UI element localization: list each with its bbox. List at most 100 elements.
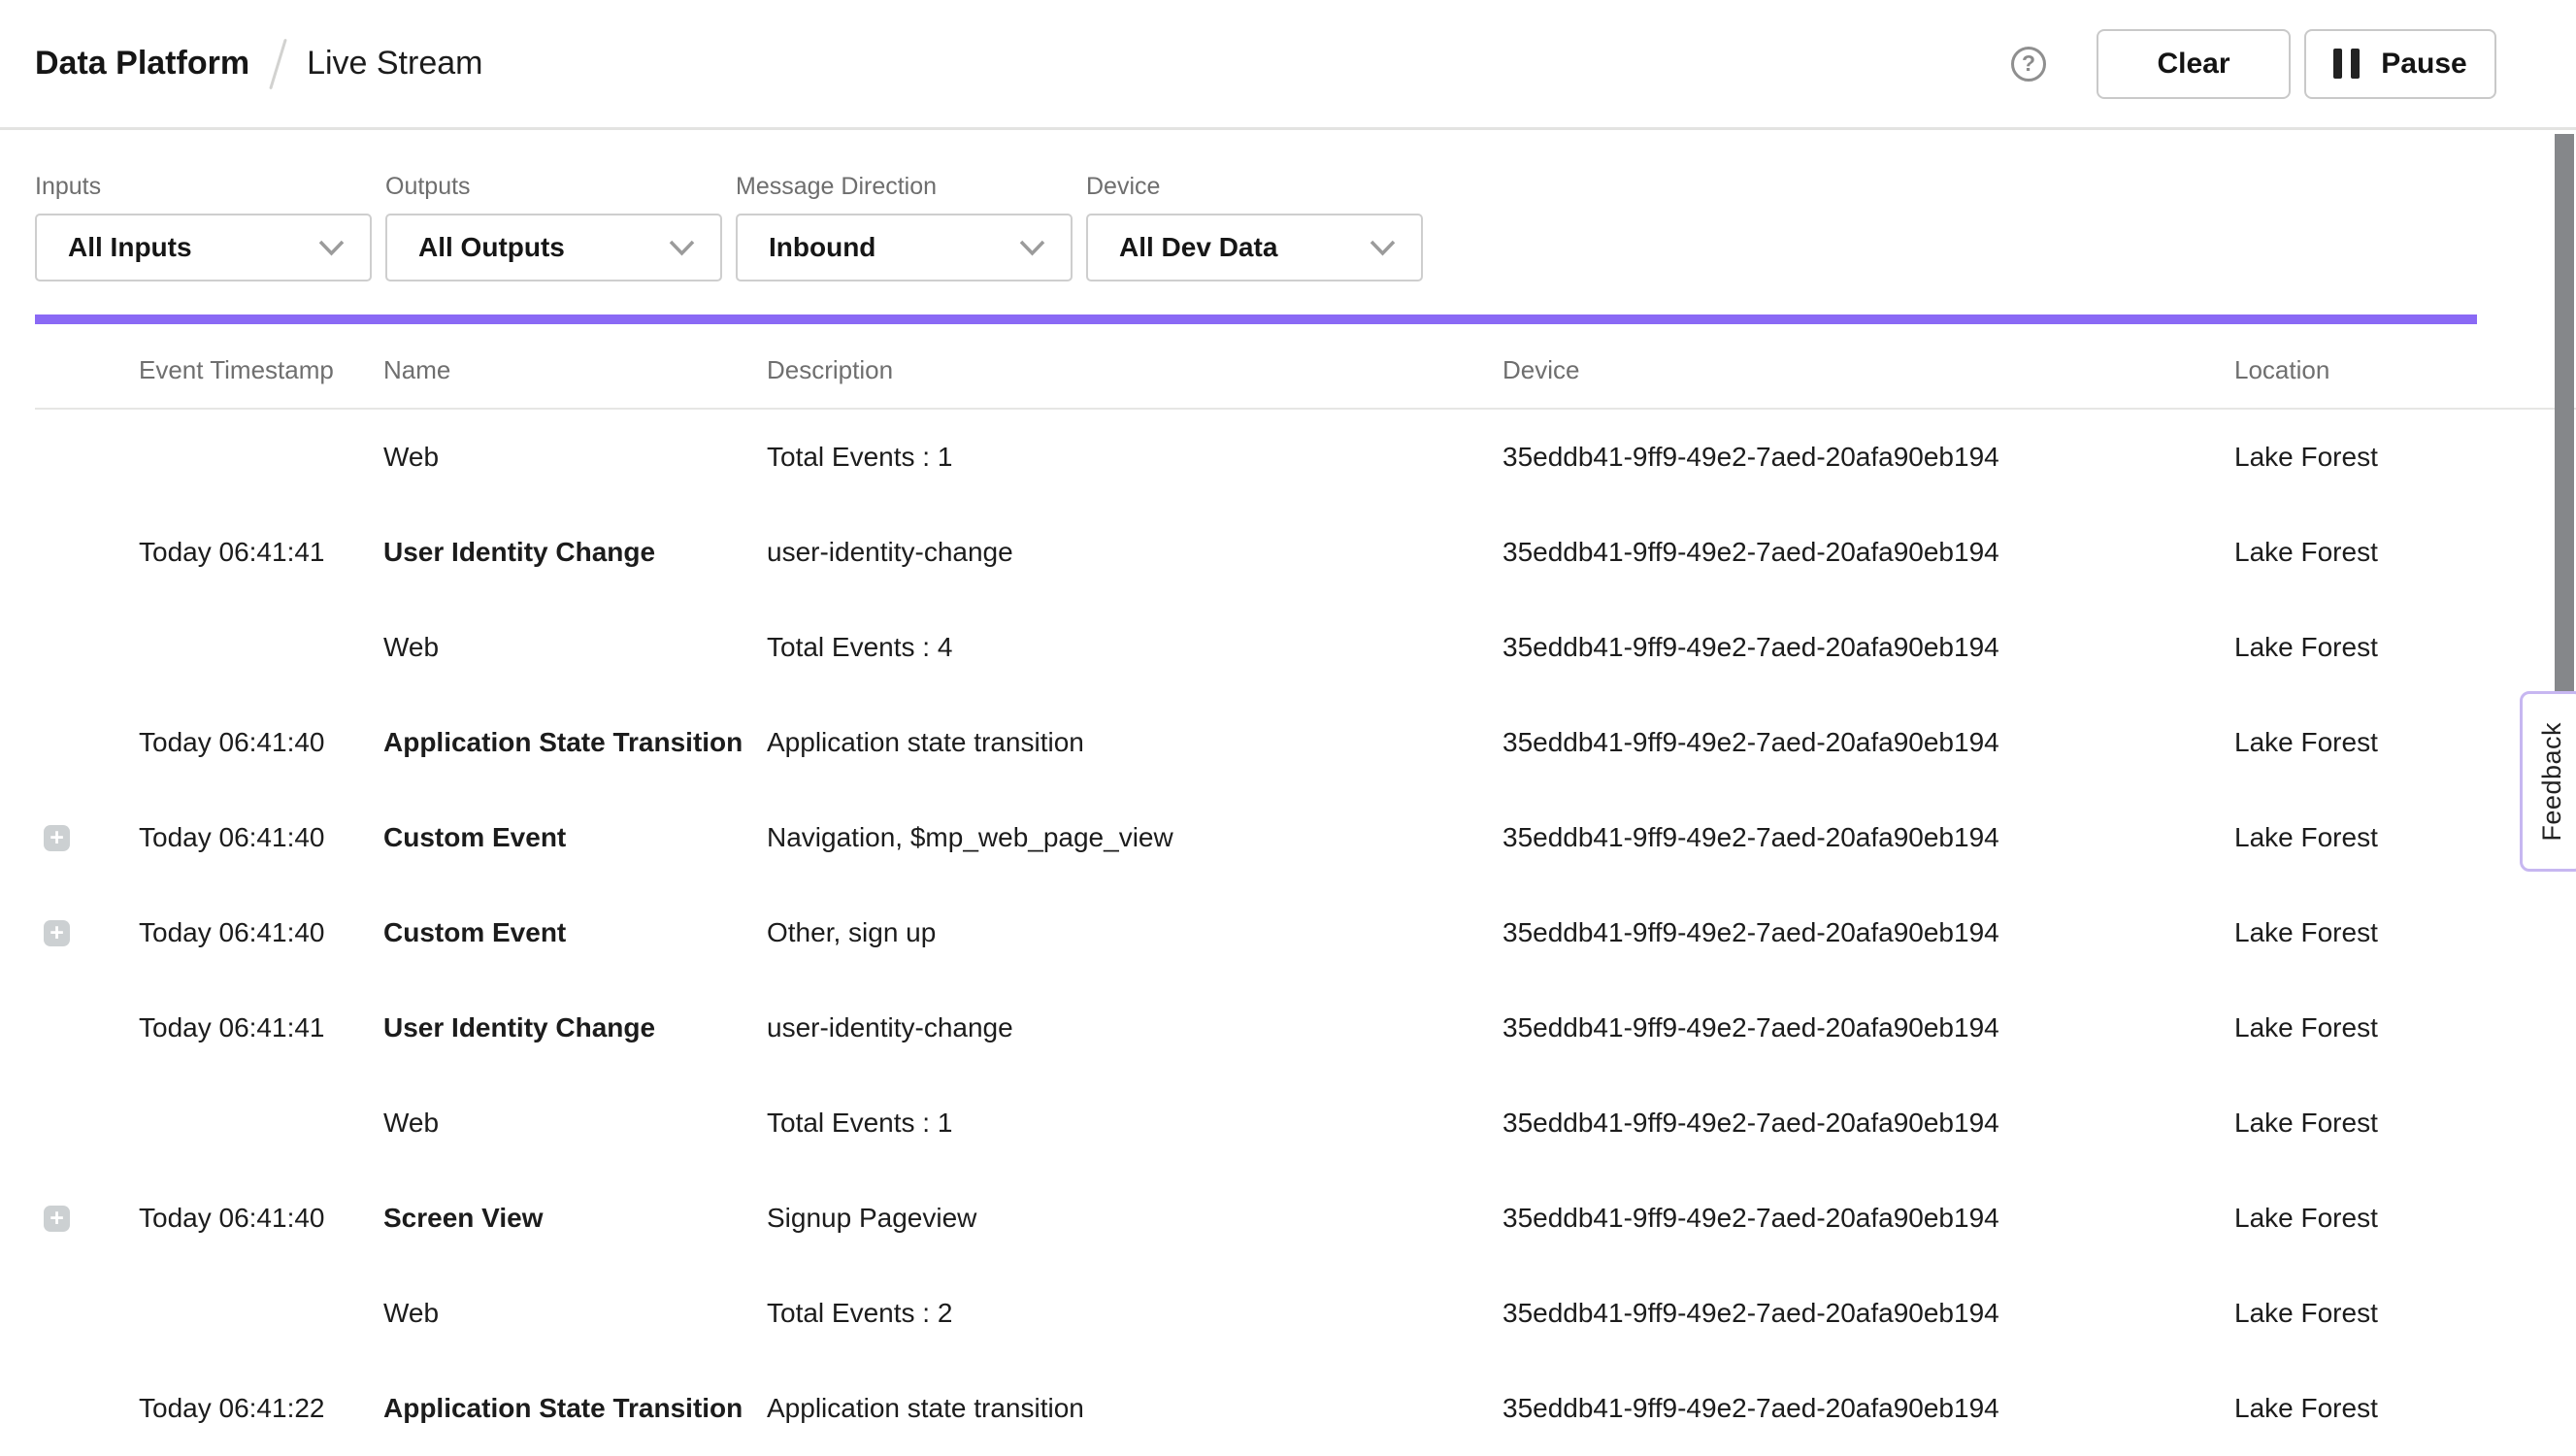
row-description: Application state transition xyxy=(767,1393,1503,1424)
row-location: Lake Forest xyxy=(2234,1108,2576,1139)
row-name: Web xyxy=(383,1298,767,1329)
row-name: Web xyxy=(383,632,767,663)
table-row: + Today 06:41:40 Application State Trans… xyxy=(35,695,2576,790)
row-device: 35eddb41-9ff9-49e2-7aed-20afa90eb194 xyxy=(1503,917,2234,948)
filter-inputs-label: Inputs xyxy=(35,173,372,201)
row-timestamp: Today 06:41:40 xyxy=(139,727,383,758)
row-timestamp: Today 06:41:41 xyxy=(139,1012,383,1043)
row-timestamp: Today 06:41:40 xyxy=(139,917,383,948)
chevron-down-icon xyxy=(1370,240,1396,256)
row-device: 35eddb41-9ff9-49e2-7aed-20afa90eb194 xyxy=(1503,1108,2234,1139)
row-description: Total Events : 1 xyxy=(767,1108,1503,1139)
outputs-select-value: All Outputs xyxy=(418,232,565,263)
filter-message-direction-label: Message Direction xyxy=(736,173,1073,201)
table-row: + Web Total Events : 1 35eddb41-9ff9-49e… xyxy=(35,410,2576,505)
row-device: 35eddb41-9ff9-49e2-7aed-20afa90eb194 xyxy=(1503,1298,2234,1329)
col-event-timestamp: Event Timestamp xyxy=(139,355,383,385)
filter-message-direction: Message Direction Inbound xyxy=(736,173,1073,281)
chevron-down-icon xyxy=(1019,240,1045,256)
row-device: 35eddb41-9ff9-49e2-7aed-20afa90eb194 xyxy=(1503,442,2234,473)
row-description: Total Events : 1 xyxy=(767,442,1503,473)
table-row: + Today 06:41:41 User Identity Change us… xyxy=(35,980,2576,1075)
outputs-select[interactable]: All Outputs xyxy=(385,214,722,281)
row-name: Application State Transition xyxy=(383,727,767,758)
col-name: Name xyxy=(383,355,767,385)
expand-button[interactable]: + xyxy=(44,825,70,851)
row-device: 35eddb41-9ff9-49e2-7aed-20afa90eb194 xyxy=(1503,632,2234,663)
row-name: Application State Transition xyxy=(383,1393,767,1424)
chevron-down-icon xyxy=(318,240,345,256)
filter-outputs-label: Outputs xyxy=(385,173,722,201)
clear-button[interactable]: Clear xyxy=(2097,29,2291,99)
row-location: Lake Forest xyxy=(2234,1203,2576,1234)
expand-button[interactable]: + xyxy=(44,920,70,946)
device-select-value: All Dev Data xyxy=(1119,232,1277,263)
row-timestamp: Today 06:41:22 xyxy=(139,1393,383,1424)
row-description: Navigation, $mp_web_page_view xyxy=(767,822,1503,853)
row-name: Custom Event xyxy=(383,917,767,948)
filter-device: Device All Dev Data xyxy=(1086,173,1423,281)
row-description: user-identity-change xyxy=(767,537,1503,568)
page-header: Data Platform Live Stream ? Clear Pause xyxy=(0,0,2576,130)
row-name: Web xyxy=(383,1108,767,1139)
row-description: Total Events : 2 xyxy=(767,1298,1503,1329)
pause-icon xyxy=(2333,49,2360,79)
vertical-scrollbar-thumb[interactable] xyxy=(2555,134,2574,691)
row-description: Other, sign up xyxy=(767,917,1503,948)
breadcrumb: Data Platform Live Stream xyxy=(35,38,482,90)
expand-button[interactable]: + xyxy=(44,1206,70,1232)
row-name: User Identity Change xyxy=(383,537,767,568)
live-stream-table: Event Timestamp Name Description Device … xyxy=(35,324,2576,1456)
row-device: 35eddb41-9ff9-49e2-7aed-20afa90eb194 xyxy=(1503,1012,2234,1043)
row-device: 35eddb41-9ff9-49e2-7aed-20afa90eb194 xyxy=(1503,1203,2234,1234)
table-row: + Web Total Events : 1 35eddb41-9ff9-49e… xyxy=(35,1075,2576,1171)
table-body: + Web Total Events : 1 35eddb41-9ff9-49e… xyxy=(35,410,2576,1456)
filter-device-label: Device xyxy=(1086,173,1423,201)
breadcrumb-separator-icon xyxy=(269,38,287,89)
table-row: + Today 06:41:41 User Identity Change us… xyxy=(35,505,2576,600)
row-location: Lake Forest xyxy=(2234,1298,2576,1329)
live-stream-accent-bar xyxy=(35,314,2477,324)
filter-bar: Inputs All Inputs Outputs All Outputs Me… xyxy=(0,130,2576,281)
pause-button-label: Pause xyxy=(2381,48,2466,81)
table-row: + Today 06:41:40 Custom Event Other, sig… xyxy=(35,885,2576,980)
row-location: Lake Forest xyxy=(2234,917,2576,948)
message-direction-select[interactable]: Inbound xyxy=(736,214,1073,281)
row-location: Lake Forest xyxy=(2234,1393,2576,1424)
inputs-select[interactable]: All Inputs xyxy=(35,214,372,281)
row-name: User Identity Change xyxy=(383,1012,767,1043)
row-location: Lake Forest xyxy=(2234,632,2576,663)
feedback-tab[interactable]: Feedback xyxy=(2520,691,2576,872)
row-device: 35eddb41-9ff9-49e2-7aed-20afa90eb194 xyxy=(1503,822,2234,853)
row-description: Signup Pageview xyxy=(767,1203,1503,1234)
help-icon[interactable]: ? xyxy=(2011,47,2046,82)
col-device: Device xyxy=(1503,355,2234,385)
row-location: Lake Forest xyxy=(2234,1012,2576,1043)
row-description: Total Events : 4 xyxy=(767,632,1503,663)
inputs-select-value: All Inputs xyxy=(68,232,192,263)
message-direction-select-value: Inbound xyxy=(769,232,875,263)
table-row: + Today 06:41:40 Screen View Signup Page… xyxy=(35,1171,2576,1266)
row-device: 35eddb41-9ff9-49e2-7aed-20afa90eb194 xyxy=(1503,727,2234,758)
row-description: Application state transition xyxy=(767,727,1503,758)
row-device: 35eddb41-9ff9-49e2-7aed-20afa90eb194 xyxy=(1503,1393,2234,1424)
breadcrumb-live-stream: Live Stream xyxy=(307,45,482,83)
filter-outputs: Outputs All Outputs xyxy=(385,173,722,281)
col-description: Description xyxy=(767,355,1503,385)
col-location: Location xyxy=(2234,355,2576,385)
row-name: Web xyxy=(383,442,767,473)
breadcrumb-data-platform[interactable]: Data Platform xyxy=(35,45,249,83)
row-device: 35eddb41-9ff9-49e2-7aed-20afa90eb194 xyxy=(1503,537,2234,568)
row-timestamp: Today 06:41:40 xyxy=(139,1203,383,1234)
chevron-down-icon xyxy=(669,240,695,256)
header-actions: ? Clear Pause xyxy=(2011,29,2496,99)
table-row: + Today 06:41:22 Application State Trans… xyxy=(35,1361,2576,1456)
table-row: + Today 06:41:40 Custom Event Navigation… xyxy=(35,790,2576,885)
pause-button[interactable]: Pause xyxy=(2304,29,2496,99)
row-location: Lake Forest xyxy=(2234,537,2576,568)
row-location: Lake Forest xyxy=(2234,442,2576,473)
feedback-tab-label: Feedback xyxy=(2537,722,2567,842)
device-select[interactable]: All Dev Data xyxy=(1086,214,1423,281)
table-row: + Web Total Events : 2 35eddb41-9ff9-49e… xyxy=(35,1266,2576,1361)
row-name: Custom Event xyxy=(383,822,767,853)
